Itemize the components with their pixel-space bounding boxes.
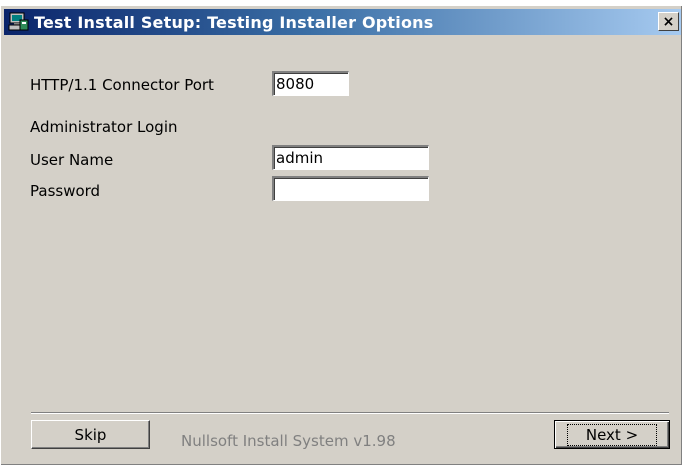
footer-divider [31, 412, 669, 414]
port-input[interactable] [272, 71, 349, 96]
admin-login-heading: Administrator Login [30, 118, 178, 136]
next-button[interactable]: Next > [554, 420, 670, 449]
password-label: Password [30, 182, 101, 200]
username-label: User Name [30, 151, 114, 169]
next-button-label: Next > [566, 423, 658, 446]
branding-text: Nullsoft Install System v1.98 [181, 432, 396, 450]
username-input[interactable] [272, 145, 429, 170]
close-button[interactable]: × [658, 12, 679, 31]
installer-computer-icon [8, 11, 30, 33]
title-bar[interactable]: Test Install Setup: Testing Installer Op… [4, 9, 681, 35]
window-title: Test Install Setup: Testing Installer Op… [34, 12, 434, 32]
installer-window: Test Install Setup: Testing Installer Op… [1, 6, 682, 465]
close-icon: × [662, 13, 675, 30]
skip-button[interactable]: Skip [31, 420, 150, 449]
skip-button-label: Skip [74, 425, 107, 444]
password-input[interactable] [272, 176, 429, 201]
port-label: HTTP/1.1 Connector Port [30, 76, 214, 94]
